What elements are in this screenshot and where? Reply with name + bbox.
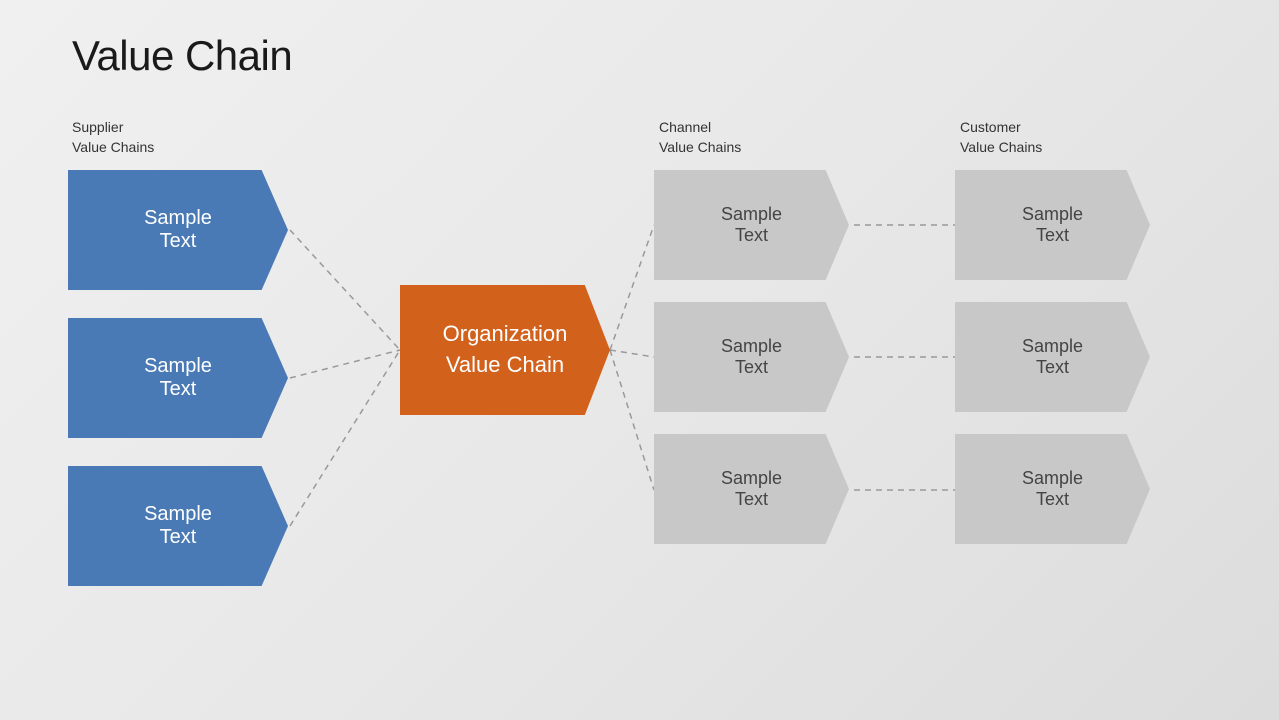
supplier-arrow-3: Sample Text <box>68 466 288 586</box>
customer-column: Sample Text Sample Text Sample Text <box>955 170 1150 544</box>
channel-column: Sample Text Sample Text Sample Text <box>654 170 849 544</box>
channel-arrow-2: Sample Text <box>654 302 849 412</box>
channel-label: Channel Value Chains <box>659 118 741 157</box>
channel-arrow-3: Sample Text <box>654 434 849 544</box>
supplier-arrow-2: Sample Text <box>68 318 288 438</box>
organization-arrow: Organization Value Chain <box>400 285 610 415</box>
customer-arrow-1: Sample Text <box>955 170 1150 280</box>
supplier-label: Supplier Value Chains <box>72 118 154 157</box>
customer-arrow-2: Sample Text <box>955 302 1150 412</box>
page-title: Value Chain <box>72 32 292 80</box>
channel-arrow-1: Sample Text <box>654 170 849 280</box>
customer-label: Customer Value Chains <box>960 118 1042 157</box>
customer-arrow-3: Sample Text <box>955 434 1150 544</box>
center-column: Organization Value Chain <box>400 285 610 415</box>
supplier-arrow-1: Sample Text <box>68 170 288 290</box>
supplier-column: Sample Text Sample Text Sample Text <box>68 170 288 586</box>
